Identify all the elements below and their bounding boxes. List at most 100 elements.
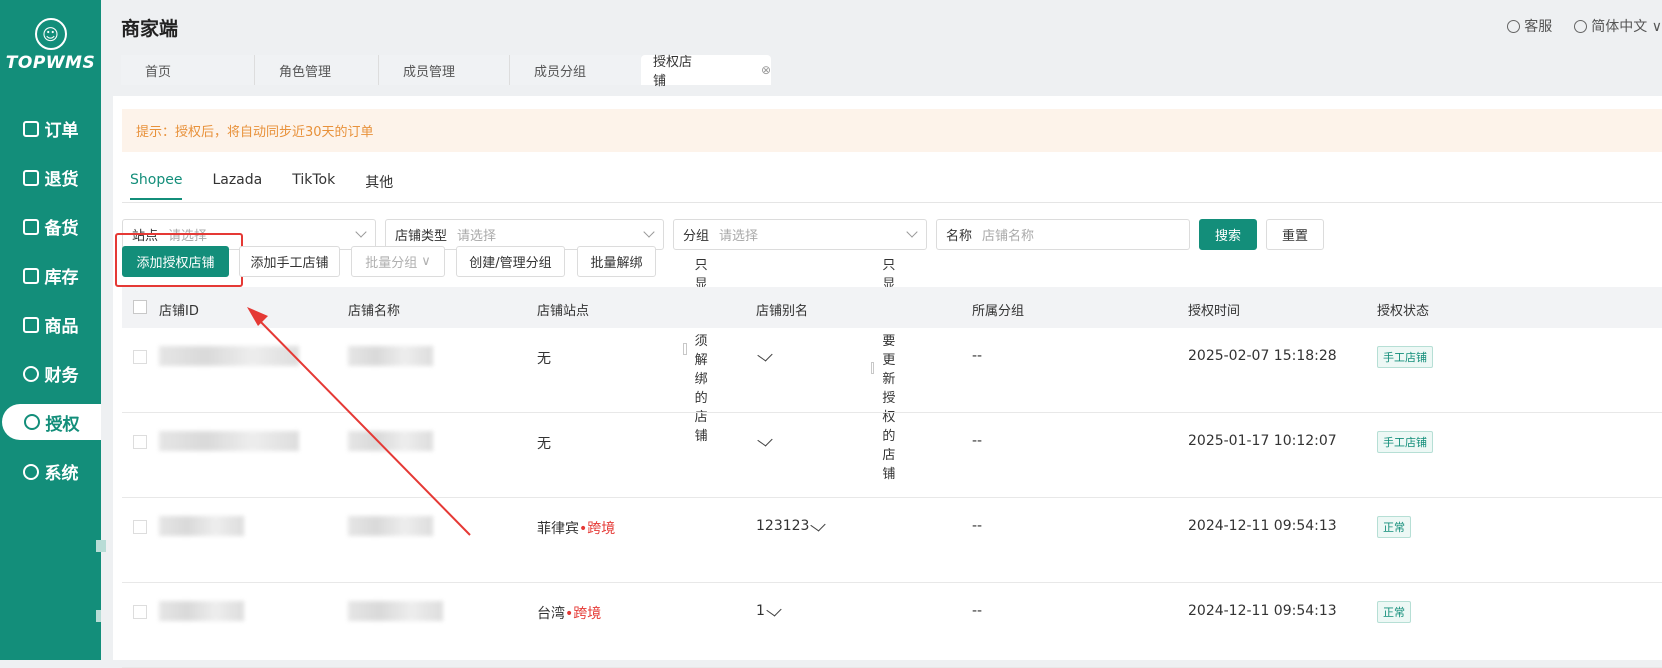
chevron-down-icon — [643, 226, 655, 238]
select-all-checkbox[interactable] — [133, 300, 147, 314]
store-group: -- — [972, 433, 983, 449]
tab-tiktok[interactable]: TikTok — [292, 172, 335, 200]
tab-home[interactable]: 首页 — [121, 55, 255, 85]
sidebar-item-orders[interactable]: 订单 — [0, 104, 101, 153]
store-alias[interactable] — [756, 433, 773, 449]
edit-icon[interactable] — [766, 603, 782, 617]
edit-icon[interactable] — [757, 433, 773, 447]
auth-time: 2024-12-11 09:54:13 — [1188, 603, 1337, 619]
tab-authorized-stores[interactable]: 授权店铺 ⊗ — [641, 55, 771, 89]
status-badge: 正常 — [1377, 516, 1411, 538]
column-header: 店铺名称 — [348, 304, 401, 319]
row-checkbox[interactable] — [133, 350, 147, 364]
store-group: -- — [972, 603, 983, 619]
order-icon — [22, 120, 39, 137]
product-icon — [22, 316, 39, 333]
redacted-store-id — [159, 516, 244, 536]
sidebar-edge-mark — [96, 610, 101, 622]
auth-time: 2024-12-11 09:54:13 — [1188, 518, 1337, 534]
auth-time: 2025-01-17 10:12:07 — [1188, 433, 1337, 449]
highlight-box — [115, 233, 243, 287]
redacted-store-id — [159, 431, 299, 451]
manage-groups-button[interactable]: 创建/管理分组 — [456, 246, 565, 277]
store-group: -- — [972, 518, 983, 534]
sidebar-item-stock-prep[interactable]: 备货 — [0, 202, 101, 251]
row-checkbox[interactable] — [133, 520, 147, 534]
sidebar-item-inventory[interactable]: 库存 — [0, 251, 101, 300]
row-checkbox[interactable] — [133, 605, 147, 619]
store-site: 无 — [537, 436, 551, 452]
logo-text: TOPWMS — [5, 53, 96, 73]
stock-prep-icon — [22, 218, 39, 235]
status-badge: 手工店铺 — [1377, 431, 1433, 453]
sidebar-edge-mark — [96, 540, 106, 552]
row-checkbox[interactable] — [133, 435, 147, 449]
authorize-icon — [23, 414, 40, 430]
sidebar-nav: 订单 退货 备货 库存 商品 财务 授权 系统 — [0, 104, 101, 496]
inventory-icon — [22, 267, 39, 284]
tab-lazada[interactable]: Lazada — [212, 172, 262, 200]
table-header: 店铺ID 店铺名称 店铺站点 店铺别名 所属分组 授权时间 授权状态 — [122, 287, 1662, 328]
add-manual-store-button[interactable]: 添加手工店铺 — [239, 246, 340, 277]
logo: ☺ TOPWMS — [0, 18, 101, 73]
batch-group-button[interactable]: 批量分组 ∨ — [351, 246, 445, 277]
sidebar: ☺ TOPWMS 订单 退货 备货 库存 商品 财务 授权 系统 — [0, 0, 101, 660]
status-badge: 正常 — [1377, 601, 1411, 623]
redacted-store-name — [348, 431, 433, 451]
main-content: 提示：授权后，将自动同步近30天的订单 Shopee Lazada TikTok… — [113, 96, 1662, 668]
tip-banner: 提示：授权后，将自动同步近30天的订单 — [122, 109, 1662, 152]
sidebar-item-products[interactable]: 商品 — [0, 300, 101, 349]
reset-button[interactable]: 重置 — [1266, 219, 1324, 250]
tab-other[interactable]: 其他 — [365, 172, 393, 200]
auth-time: 2025-02-07 15:18:28 — [1188, 348, 1337, 364]
store-site: 菲律宾•跨境 — [537, 521, 616, 537]
store-alias[interactable]: 123123 — [756, 518, 827, 534]
table-row[interactable]: 无 -- 2025-01-17 10:12:07 手工店铺 — [122, 413, 1662, 498]
finance-icon — [22, 365, 39, 382]
sidebar-item-finance[interactable]: 财务 — [0, 349, 101, 398]
column-header: 所属分组 — [972, 304, 1025, 319]
cross-border-tag: 跨境 — [573, 606, 602, 622]
chevron-down-icon: ∨ — [421, 254, 431, 269]
store-group: -- — [972, 348, 983, 364]
settings-icon — [22, 463, 39, 480]
column-header: 授权状态 — [1377, 304, 1430, 319]
chevron-down-icon: ∨ — [1647, 19, 1662, 35]
tab-shopee[interactable]: Shopee — [130, 172, 183, 200]
search-button[interactable]: 搜索 — [1199, 219, 1257, 250]
chevron-down-icon — [355, 226, 367, 238]
store-site: 台湾•跨境 — [537, 606, 602, 622]
app-title: 商家端 — [121, 18, 179, 40]
store-alias[interactable] — [756, 348, 773, 364]
sidebar-item-authorize[interactable]: 授权 — [2, 404, 101, 440]
customer-service-button[interactable]: 客服 — [1507, 16, 1552, 36]
tab-member-groups[interactable]: 成员分组 — [510, 55, 641, 85]
table-row[interactable]: 菲律宾•跨境 123123 -- 2024-12-11 09:54:13 正常 — [122, 498, 1662, 583]
redacted-store-id — [159, 601, 244, 621]
table-row[interactable]: 无 -- 2025-02-07 15:18:28 手工店铺 — [122, 328, 1662, 413]
column-header: 店铺别名 — [756, 304, 809, 319]
batch-unbind-button[interactable]: 批量解绑 — [577, 246, 656, 277]
sidebar-item-returns[interactable]: 退货 — [0, 153, 101, 202]
redacted-store-id — [159, 346, 299, 366]
page-tabs: 首页 角色管理 成员管理 成员分组 授权店铺 ⊗ — [121, 55, 771, 89]
divider — [122, 202, 1662, 203]
tab-role-management[interactable]: 角色管理 — [255, 55, 379, 85]
headset-icon — [1507, 20, 1521, 33]
store-name-input[interactable]: 名称 店铺名称 — [936, 219, 1190, 250]
language-selector[interactable]: 简体中文 ∨ — [1574, 16, 1662, 36]
store-alias[interactable]: 1 — [756, 603, 782, 619]
edit-icon[interactable] — [810, 518, 827, 532]
chevron-down-icon — [906, 226, 918, 238]
close-icon[interactable]: ⊗ — [761, 63, 771, 77]
table-row[interactable]: 台湾•跨境 1 -- 2024-12-11 09:54:13 正常 — [122, 583, 1662, 668]
top-bar: 商家端 客服 简体中文 ∨ 首页 角色管理 成员管理 成员分组 授权店铺 ⊗ — [101, 0, 1662, 96]
edit-icon[interactable] — [757, 348, 773, 362]
redacted-store-name — [348, 601, 443, 621]
tab-member-management[interactable]: 成员管理 — [379, 55, 510, 85]
sidebar-item-settings[interactable]: 系统 — [0, 447, 101, 496]
redacted-store-name — [348, 346, 433, 366]
group-select[interactable]: 分组 请选择 — [673, 219, 927, 250]
globe-icon — [1574, 20, 1588, 33]
redacted-store-name — [348, 516, 433, 536]
